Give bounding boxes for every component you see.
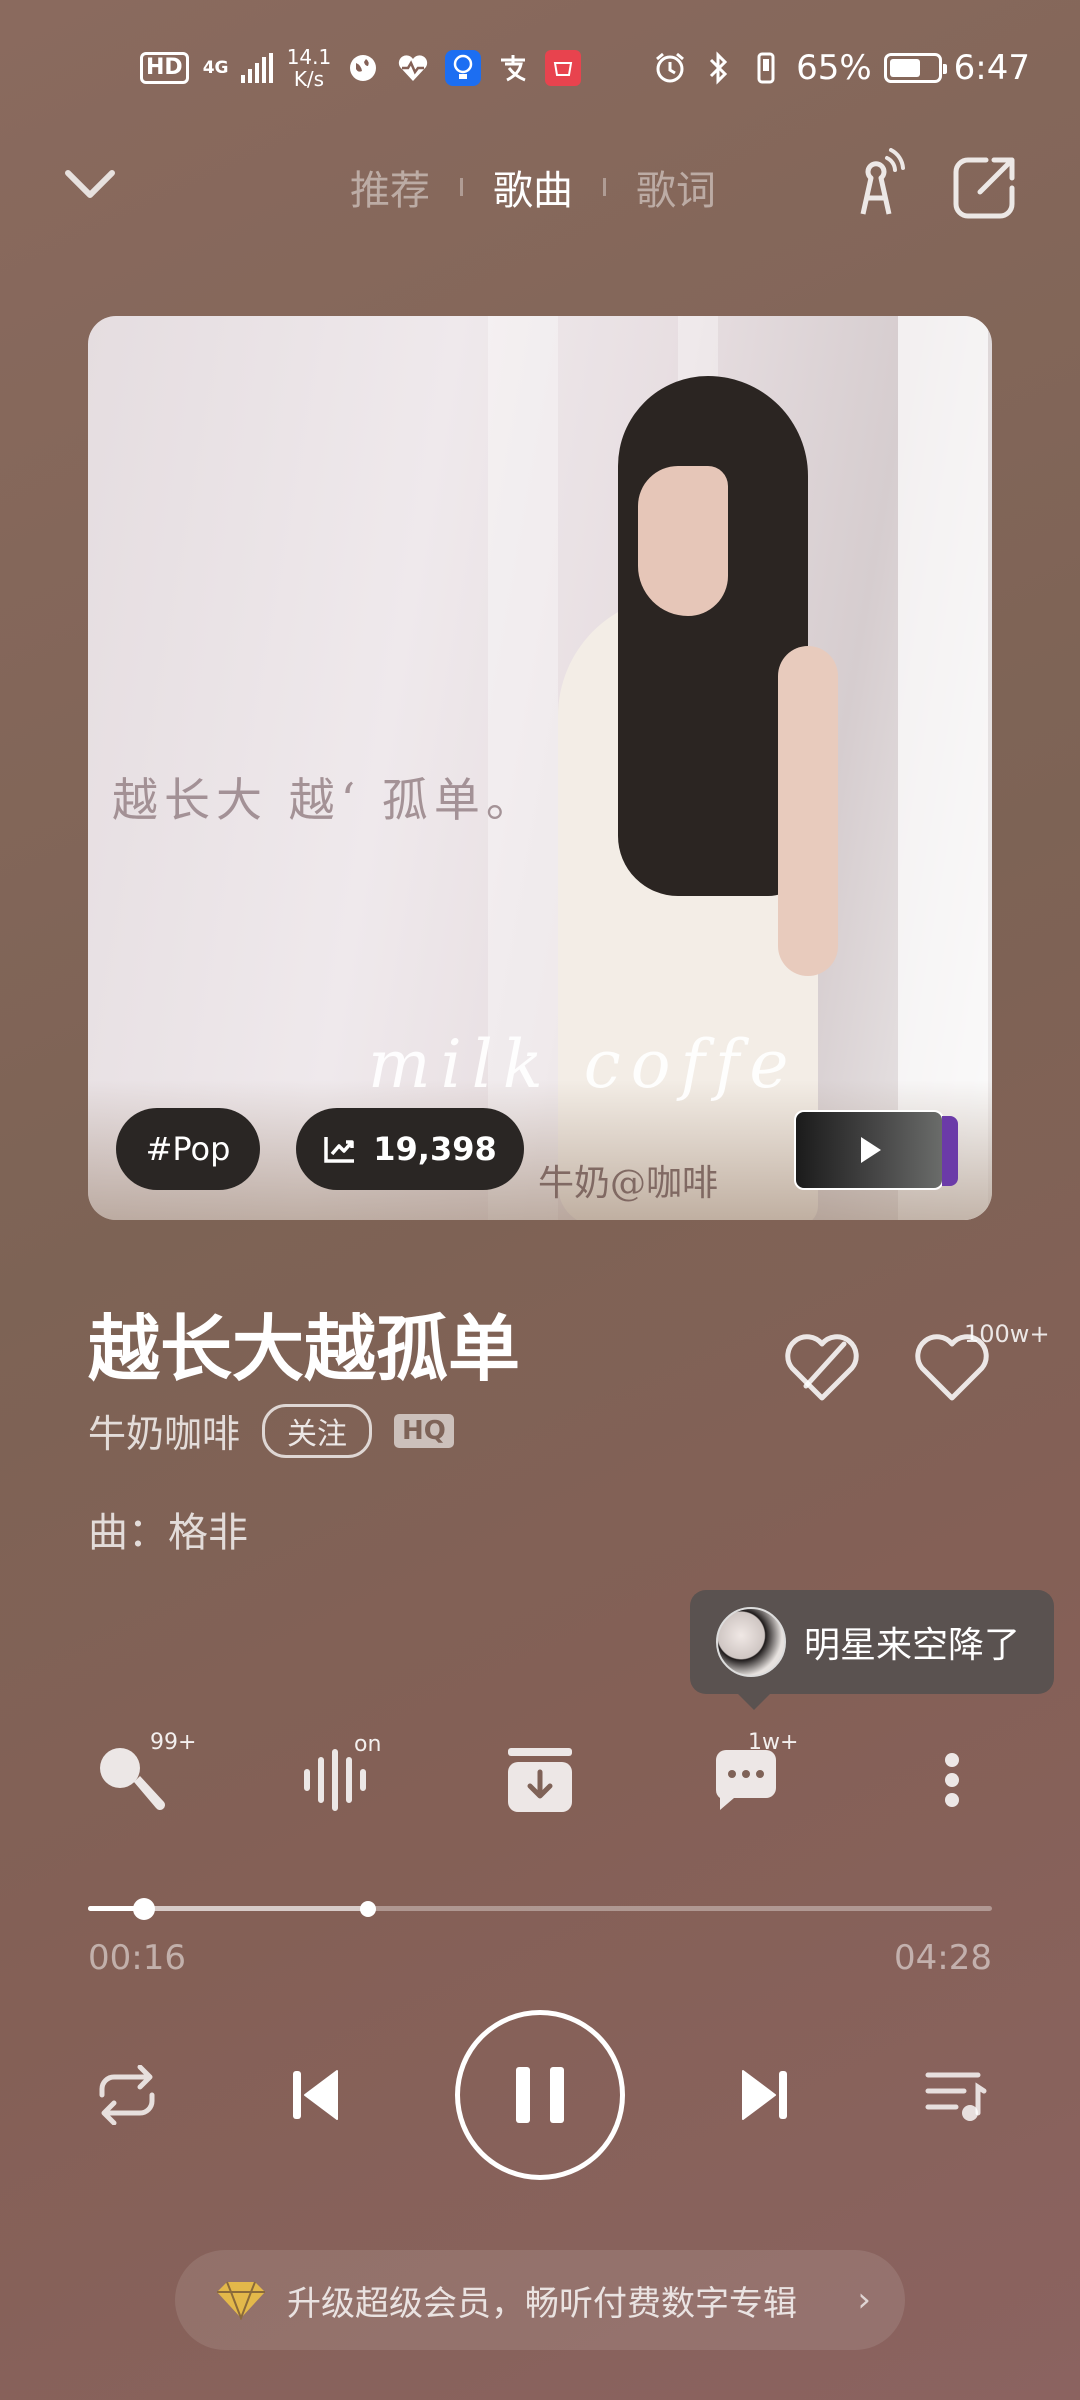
cover-figure-face — [638, 466, 728, 616]
status-bar: HD 4G 14.1 K/s 65% 6:47 — [0, 38, 1080, 98]
battery-icon — [883, 53, 947, 83]
highlight-marker[interactable] — [360, 1901, 377, 1917]
network-speed: 14.1 K/s — [287, 46, 332, 90]
repeat-button[interactable] — [92, 2060, 162, 2130]
share-button[interactable] — [950, 152, 1020, 222]
heartbeat-icon — [395, 50, 431, 86]
genre-tag[interactable]: #Pop — [116, 1108, 260, 1190]
karaoke-badge: 99+ — [150, 1730, 197, 1755]
like-count: 100w+ — [964, 1320, 1050, 1348]
playlist-button[interactable] — [920, 2060, 990, 2130]
cover-figure-arm — [778, 646, 838, 976]
artist-row: 牛奶咖啡 关注 HQ — [88, 1403, 454, 1458]
playlist-icon — [925, 2072, 987, 2121]
tab-divider — [603, 178, 606, 196]
previous-icon — [293, 2070, 338, 2120]
cover-brand-text: milk coffe — [368, 1026, 799, 1103]
download-icon — [508, 1748, 572, 1812]
network-speed-unit: K/s — [293, 67, 325, 91]
dislike-button[interactable] — [782, 1330, 862, 1405]
avatar — [716, 1607, 786, 1677]
song-title: 越长大越孤单 — [88, 1307, 521, 1391]
tab-lyrics[interactable]: 歌词 — [636, 158, 716, 216]
next-icon — [742, 2070, 787, 2120]
download-button[interactable] — [500, 1740, 580, 1820]
broadcast-icon — [860, 148, 905, 215]
network-type: 4G — [202, 57, 229, 78]
chevron-down-icon — [65, 170, 115, 198]
tab-song[interactable]: 歌曲 — [493, 158, 573, 216]
quality-badge: HQ — [394, 1413, 454, 1448]
battery-percent: 65% — [796, 48, 872, 88]
current-time: 00:16 — [88, 1938, 186, 1978]
bluetooth-icon — [700, 50, 736, 86]
celebrity-tooltip[interactable]: 明星来空降了 — [690, 1590, 1054, 1710]
broadcast-button[interactable] — [845, 148, 905, 218]
more-button[interactable] — [912, 1740, 992, 1820]
collapse-button[interactable] — [60, 158, 130, 218]
top-nav: 推荐 歌曲 歌词 — [0, 140, 1080, 230]
album-cover[interactable]: 越长大 越‘ 孤单。 milk coffe 牛奶@咖啡 #Pop 19,398 — [88, 316, 992, 1220]
sound-effect-badge: on — [354, 1732, 382, 1757]
total-time: 04:28 — [894, 1938, 992, 1978]
pause-button[interactable] — [455, 2010, 625, 2180]
vip-banner-text: 升级超级会员，畅听付费数字专辑 — [287, 2283, 797, 2324]
play-count-chip[interactable]: 19,398 — [296, 1108, 524, 1190]
alipay-icon — [495, 50, 531, 86]
share-icon — [953, 157, 1015, 219]
next-button[interactable] — [730, 2060, 800, 2130]
huawei-app-icon — [545, 50, 582, 86]
mv-thumbnail[interactable] — [794, 1110, 958, 1190]
previous-button[interactable] — [280, 2060, 350, 2130]
play-icon — [861, 1137, 881, 1163]
lightbulb-app-icon — [445, 50, 482, 86]
progress-knob[interactable] — [133, 1898, 156, 1920]
hd-indicator: HD — [140, 52, 189, 84]
composer-credit: 曲：格非 — [88, 1510, 248, 1556]
tab-divider — [460, 178, 463, 196]
vip-upgrade-banner[interactable]: 升级超级会员，畅听付费数字专辑 › — [175, 2250, 905, 2350]
tab-bar: 推荐 歌曲 歌词 — [350, 158, 716, 216]
clock: 6:47 — [953, 48, 1030, 88]
repeat-icon — [99, 2065, 155, 2125]
vibrate-icon — [748, 50, 784, 86]
signal-icon — [240, 53, 273, 83]
cover-title-text: 越长大 越‘ 孤单。 — [112, 773, 538, 827]
more-icon — [945, 1753, 959, 1807]
pause-icon — [516, 2067, 530, 2123]
artist-name[interactable]: 牛奶咖啡 — [88, 1403, 240, 1458]
chevron-right-icon: › — [857, 2280, 871, 2320]
progress-bar[interactable] — [88, 1898, 992, 1920]
diamond-icon — [217, 2281, 265, 2320]
follow-button[interactable]: 关注 — [262, 1403, 373, 1458]
tab-recommend[interactable]: 推荐 — [350, 158, 430, 216]
alarm-icon — [652, 50, 688, 86]
comment-badge: 1w+ — [748, 1730, 799, 1755]
network-speed-value: 14.1 — [286, 45, 332, 69]
trending-icon — [324, 1137, 355, 1163]
broken-heart-icon — [785, 1334, 859, 1401]
cover-artist-text: 牛奶@咖啡 — [538, 1163, 719, 1204]
battery-level — [889, 59, 920, 77]
tooltip-text: 明星来空降了 — [804, 1625, 1021, 1666]
play-count: 19,398 — [373, 1130, 497, 1168]
pause-icon — [550, 2067, 564, 2123]
globe-icon — [345, 50, 381, 86]
